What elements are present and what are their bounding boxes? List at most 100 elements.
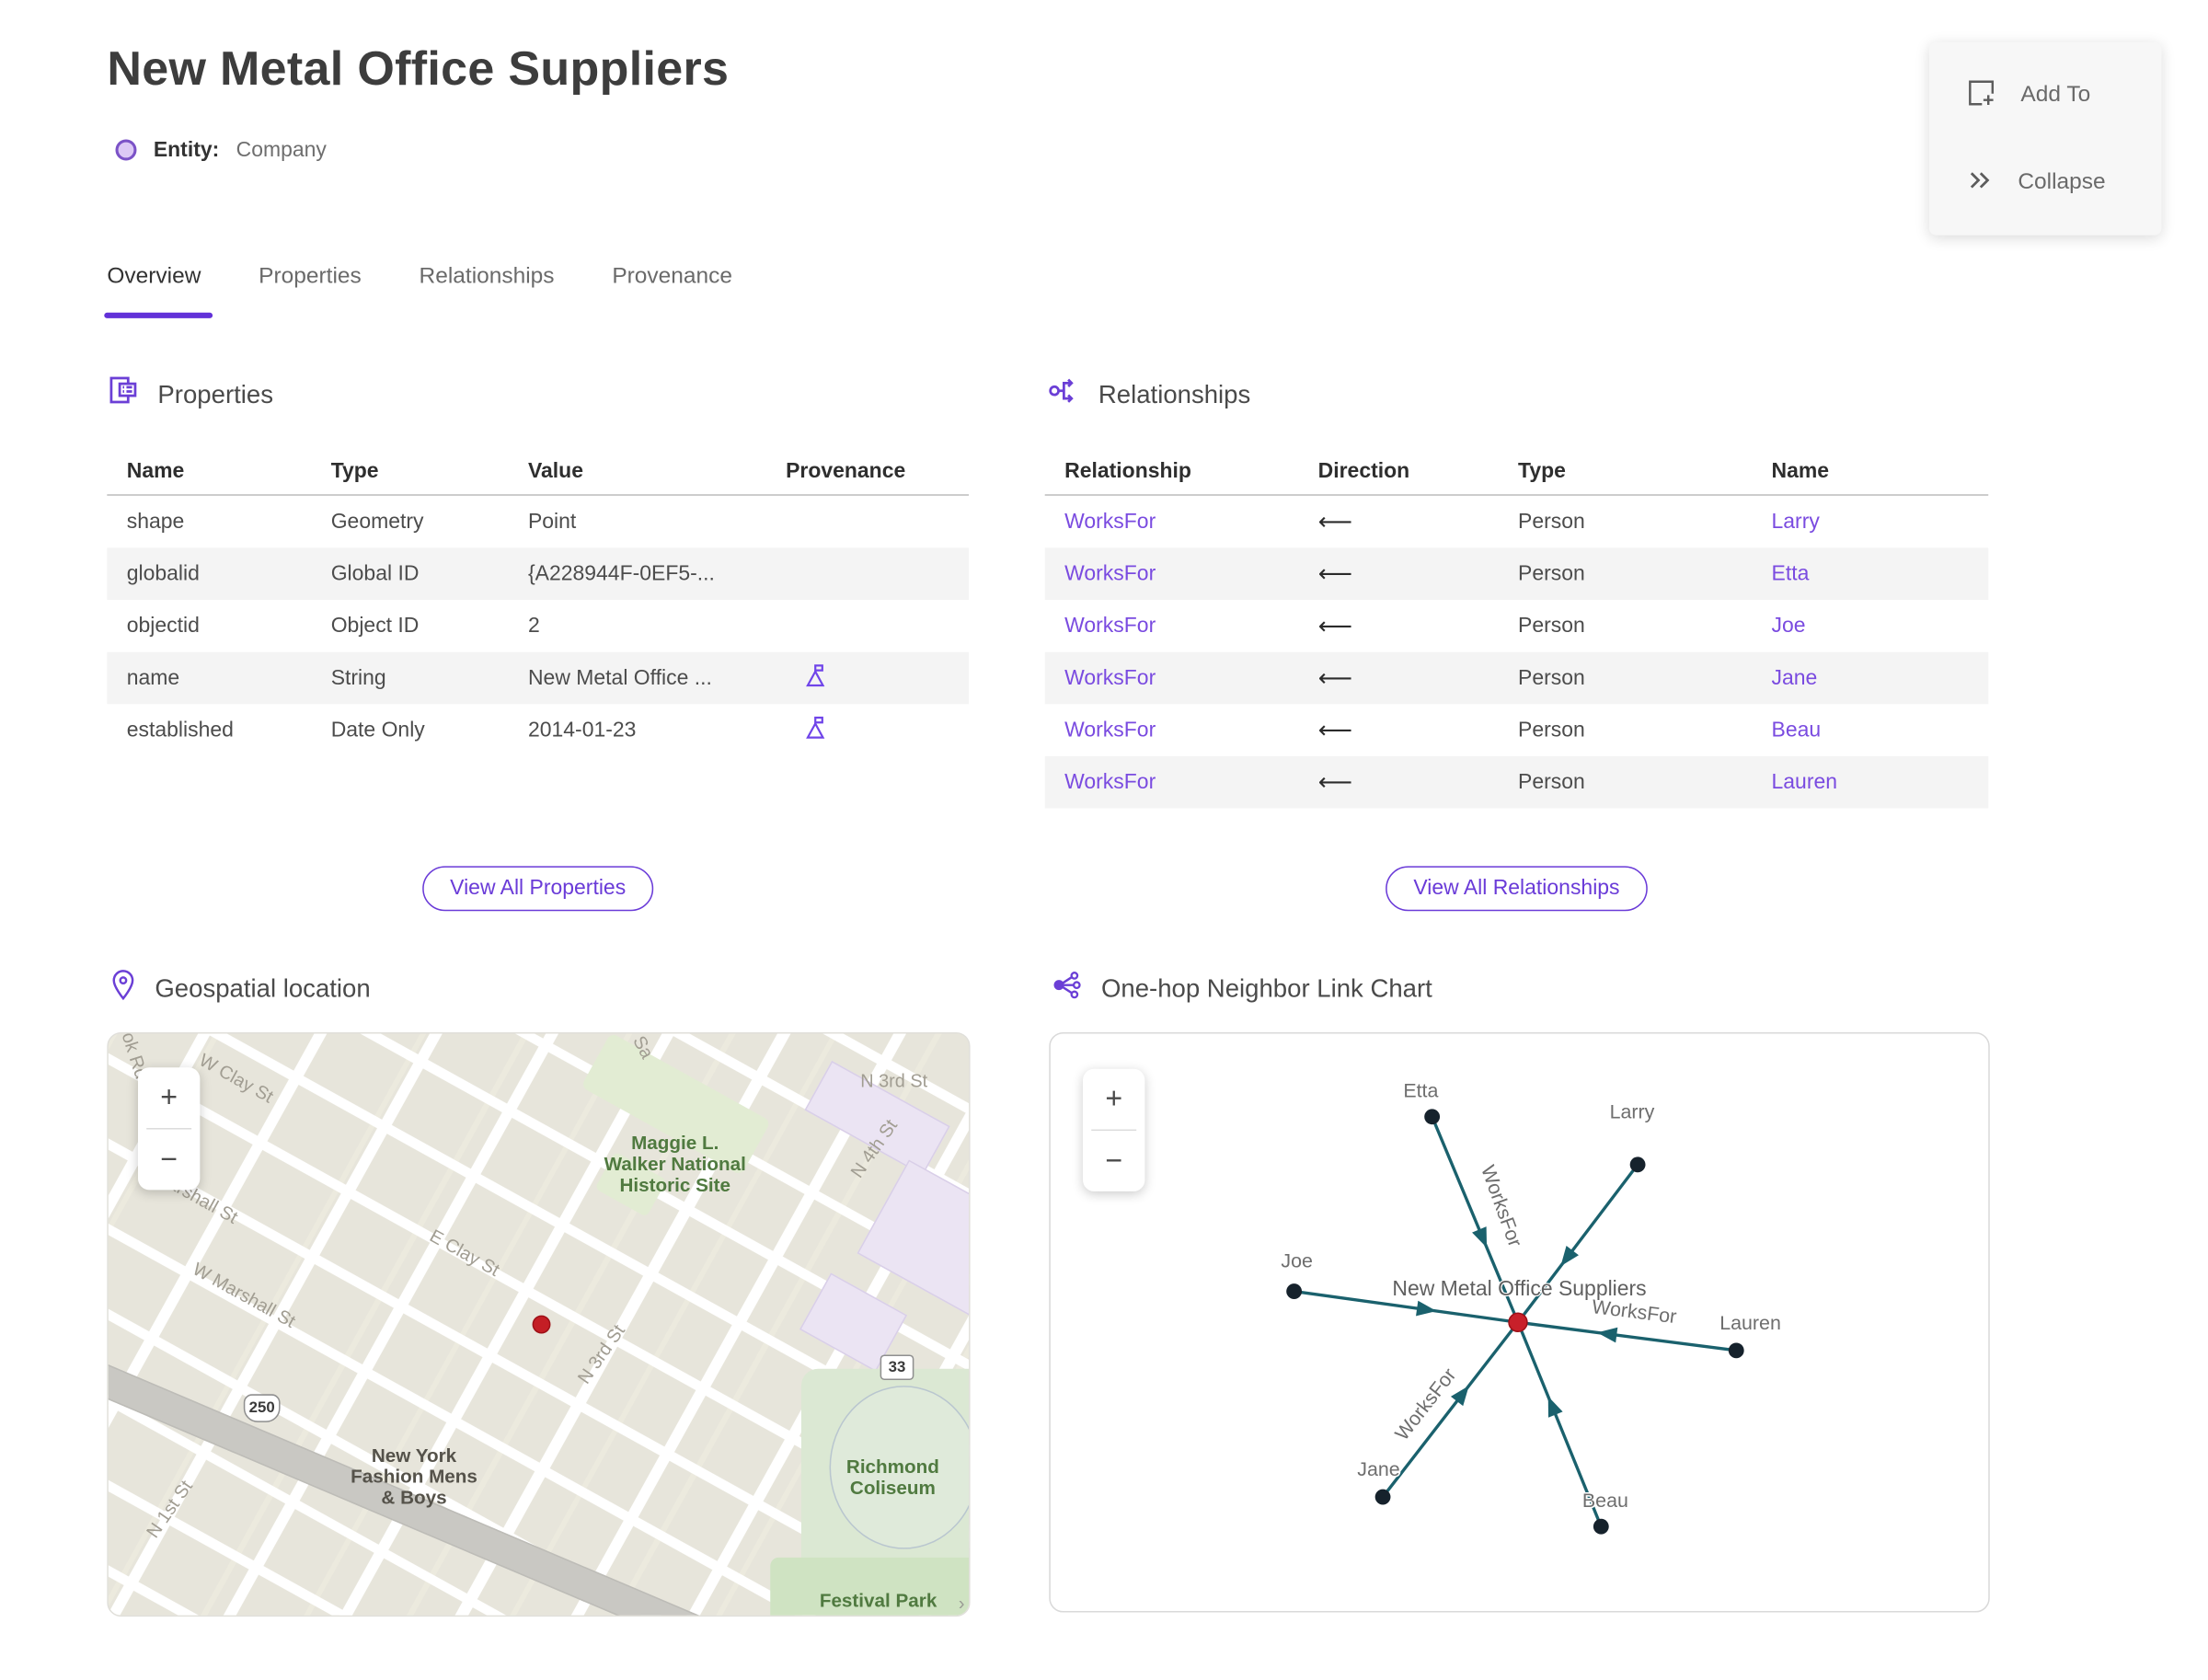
graph-center-node[interactable] [1508, 1312, 1528, 1332]
page-title: New Metal Office Suppliers [107, 41, 730, 97]
map-place-label: Richmond Coliseum [845, 1456, 939, 1499]
col-value: Value [527, 458, 583, 483]
relationship-link[interactable]: WorksFor [1064, 614, 1318, 638]
table-row: name String New Metal Office ... [107, 651, 970, 705]
graph-edge-label: WorksFor [1591, 1295, 1678, 1328]
add-to-label: Add To [2020, 83, 2091, 108]
graph-node[interactable] [1629, 1156, 1646, 1173]
related-entity-link[interactable]: Beau [1772, 719, 1989, 742]
provenance-flag-icon[interactable] [802, 662, 828, 694]
view-all-relationships-button[interactable]: View All Relationships [1385, 866, 1649, 912]
map-marker[interactable] [532, 1315, 551, 1334]
graph-node-label: Larry [1610, 1100, 1655, 1122]
graph-node[interactable] [1286, 1283, 1303, 1299]
prop-name: shape [126, 510, 185, 535]
relationship-link[interactable]: WorksFor [1064, 510, 1318, 534]
view-all-relationships-wrap: View All Relationships [1045, 866, 1989, 912]
related-entity-link[interactable]: Lauren [1772, 770, 1989, 794]
graph-edge-arrowhead [1450, 1386, 1469, 1407]
graph-zoom-out-button[interactable]: − [1083, 1131, 1144, 1191]
table-row: WorksFor ⟵ Person Etta [1044, 547, 1989, 601]
related-entity-link[interactable]: Larry [1772, 510, 1989, 534]
prop-type: Object ID [330, 614, 420, 639]
add-to-icon [1966, 76, 1997, 114]
graph-zoom-in-button[interactable]: + [1083, 1069, 1144, 1130]
relationships-table: Relationship Direction Type Name WorksFo… [1044, 448, 1989, 809]
map-place-label: Maggie L. Walker National Historic Site [604, 1132, 746, 1196]
entity-type-value: Company [236, 137, 327, 163]
geospatial-section-title: Geospatial location [155, 973, 371, 1003]
prop-value: Point [527, 510, 577, 535]
tab-relationships[interactable]: Relationships [420, 265, 555, 318]
relationships-table-header: Relationship Direction Type Name [1044, 448, 1989, 496]
view-all-properties-button[interactable]: View All Properties [421, 866, 654, 912]
relationships-icon [1048, 374, 1080, 414]
col-direction: Direction [1317, 458, 1410, 483]
graph-edge-arrowhead [1472, 1226, 1488, 1248]
prop-provenance [786, 662, 969, 694]
prop-type: Global ID [330, 561, 420, 586]
related-entity-link[interactable]: Joe [1772, 614, 1989, 638]
route-shield: 33 [880, 1354, 914, 1380]
graph-node-label: Lauren [1719, 1312, 1781, 1334]
map-card[interactable]: + − ok Rd W Clay St Sa N 3rd St N 4th St Magg… [107, 1031, 971, 1617]
graph-edge [1381, 1321, 1520, 1499]
graph-node[interactable] [1593, 1518, 1609, 1535]
table-row: WorksFor ⟵ Person Lauren [1044, 755, 1989, 809]
direction-arrow: ⟵ [1317, 663, 1352, 693]
related-type: Person [1517, 614, 1585, 639]
actions-card: Add To Collapse [1928, 41, 2162, 236]
graph-edge-arrowhead [1596, 1327, 1618, 1343]
table-row: WorksFor ⟵ Person Larry [1045, 496, 1989, 548]
relationships-section-title: Relationships [1098, 379, 1251, 408]
graph-edge [1517, 1320, 1737, 1352]
map-street-label: N 3rd St [860, 1070, 928, 1092]
prop-name: objectid [126, 614, 200, 639]
direction-arrow: ⟵ [1317, 612, 1352, 640]
add-to-button[interactable]: Add To [1966, 76, 2162, 114]
col-relationship: Relationship [1064, 458, 1191, 483]
col-provenance: Provenance [786, 458, 906, 483]
graph-node[interactable] [1374, 1489, 1391, 1505]
related-type: Person [1517, 770, 1585, 795]
map-pin-icon [109, 969, 136, 1008]
entity-type-icon [115, 139, 137, 161]
prop-provenance [786, 715, 969, 746]
related-entity-link[interactable]: Etta [1772, 562, 1989, 586]
tab-properties[interactable]: Properties [259, 265, 362, 318]
table-row: globalid Global ID {A228944F-0EF5-... [107, 547, 970, 601]
prop-type: String [330, 665, 386, 690]
related-entity-link[interactable]: Jane [1772, 666, 1989, 690]
prop-type: Geometry [330, 510, 424, 535]
link-chart-card[interactable]: + − WorksFor WorksFor WorksFor Etta Larry Joe… [1049, 1031, 1990, 1613]
map-attribution-toggle[interactable]: › [959, 1593, 965, 1614]
related-type: Person [1517, 665, 1585, 690]
view-all-properties-wrap: View All Properties [107, 866, 969, 912]
direction-arrow: ⟵ [1317, 507, 1352, 536]
tab-overview[interactable]: Overview [104, 265, 213, 318]
link-chart-svg: WorksForWorksForWorksForEttaLarryJoeLaur… [1280, 1078, 1782, 1535]
tab-provenance[interactable]: Provenance [612, 265, 732, 318]
properties-section-header: Properties [107, 374, 273, 414]
collapse-button[interactable]: Collapse [1966, 166, 2162, 201]
table-row: WorksFor ⟵ Person Beau [1045, 704, 1989, 756]
properties-table-body: shape Geometry Point globalid Global ID {A228… [107, 496, 970, 756]
link-chart-section-title: One-hop Neighbor Link Chart [1100, 973, 1432, 1003]
relationship-link[interactable]: WorksFor [1064, 666, 1318, 690]
col-rel-name: Name [1771, 458, 1830, 483]
link-chart-section-header: One-hop Neighbor Link Chart [1051, 969, 1432, 1008]
map-zoom-in-button[interactable]: + [138, 1067, 200, 1128]
prop-name: established [126, 718, 234, 742]
properties-section-title: Properties [157, 379, 274, 408]
map-zoom-out-button[interactable]: − [138, 1130, 200, 1191]
graph-node[interactable] [1424, 1109, 1441, 1125]
provenance-flag-icon[interactable] [802, 715, 828, 746]
prop-name: globalid [126, 561, 200, 586]
relationship-link[interactable]: WorksFor [1064, 562, 1318, 586]
graph-edge-arrowhead [1560, 1246, 1579, 1267]
entity-row: Entity: Company [115, 137, 327, 163]
graph-node[interactable] [1728, 1342, 1744, 1359]
relationship-link[interactable]: WorksFor [1064, 719, 1318, 742]
map-zoom-control: + − [137, 1067, 201, 1191]
relationship-link[interactable]: WorksFor [1064, 770, 1318, 794]
